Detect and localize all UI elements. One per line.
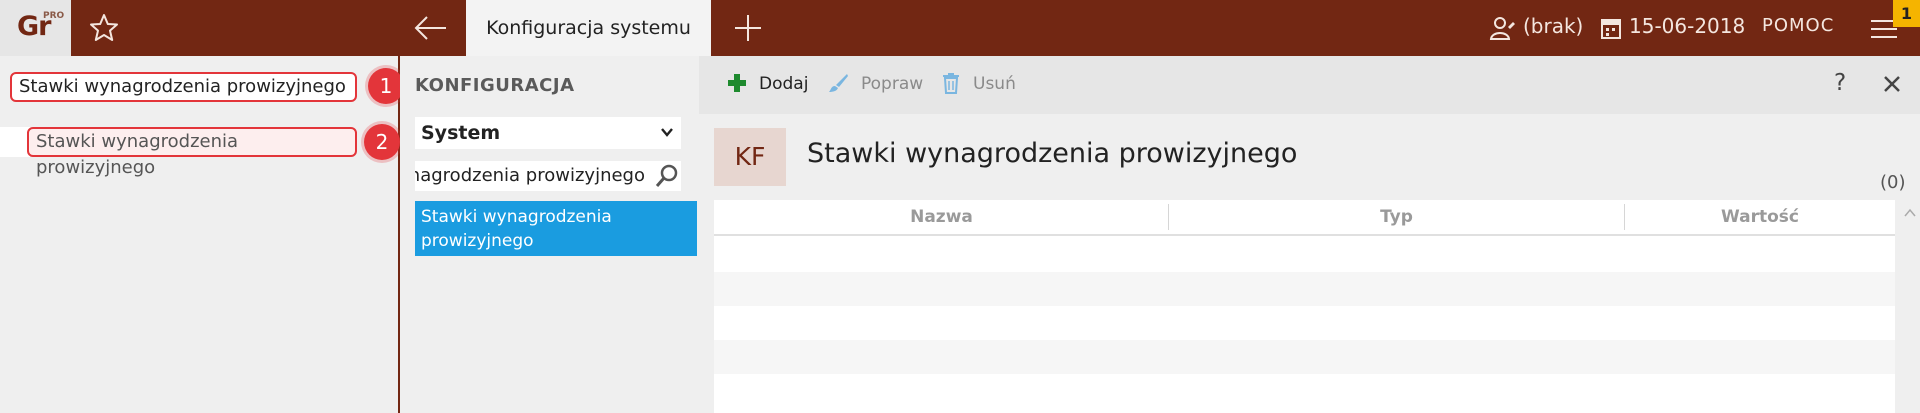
- annotation-step-2: 2: [364, 124, 400, 160]
- edit-brush-icon[interactable]: [827, 72, 849, 94]
- chevron-down-icon[interactable]: [660, 125, 674, 139]
- add-button[interactable]: Dodaj: [759, 74, 808, 94]
- system-select[interactable]: System: [415, 117, 681, 149]
- app-logo[interactable]: Gr PRO: [0, 0, 71, 56]
- add-plus-icon[interactable]: [726, 72, 748, 94]
- close-icon[interactable]: [1883, 75, 1901, 93]
- user-label[interactable]: (brak): [1523, 14, 1583, 38]
- new-tab-plus-icon[interactable]: [733, 13, 763, 43]
- delete-trash-icon[interactable]: [940, 72, 962, 94]
- table-row[interactable]: [714, 272, 1895, 306]
- left-search-panel: [0, 56, 398, 413]
- scroll-up-chevron-icon[interactable]: [1903, 206, 1917, 220]
- search-result-item[interactable]: Stawki wynagrodzenia prowizyjnego: [27, 127, 357, 178]
- edit-button[interactable]: Popraw: [861, 74, 923, 94]
- table-row[interactable]: [714, 340, 1895, 374]
- logo-pro-label: PRO: [43, 11, 65, 21]
- date-label[interactable]: 15-06-2018: [1629, 14, 1745, 38]
- column-header-nazwa[interactable]: Nazwa: [714, 200, 1169, 234]
- result-marker: [0, 127, 30, 157]
- config-panel-title: KONFIGURACJA: [415, 75, 575, 96]
- config-search-input[interactable]: ynagrodzenia prowizyjnego: [415, 161, 681, 191]
- help-button[interactable]: ?: [1834, 70, 1846, 96]
- config-list-item-selected[interactable]: Stawki wynagrodzenia prowizyjnego: [415, 201, 697, 256]
- config-search-value: ynagrodzenia prowizyjnego: [415, 165, 645, 186]
- notification-badge[interactable]: 1: [1893, 0, 1920, 27]
- header-underline: [714, 234, 1895, 236]
- favorites-star-icon[interactable]: [88, 12, 120, 44]
- module-badge: KF: [714, 128, 786, 186]
- calendar-icon[interactable]: [1601, 17, 1621, 39]
- user-icon[interactable]: [1489, 15, 1517, 41]
- global-search-input[interactable]: Stawki wynagrodzenia prowizyjnego: [10, 72, 357, 102]
- record-count: (0): [1880, 172, 1906, 193]
- back-arrow-icon[interactable]: [413, 12, 449, 44]
- page-title: Stawki wynagrodzenia prowizyjnego: [807, 138, 1298, 169]
- delete-button[interactable]: Usuń: [973, 74, 1016, 94]
- annotation-step-1: 1: [368, 68, 404, 104]
- help-link[interactable]: POMOC: [1762, 15, 1834, 36]
- search-icon[interactable]: [655, 164, 679, 188]
- column-header-typ[interactable]: Typ: [1169, 200, 1624, 234]
- tab-konfiguracja-systemu[interactable]: Konfiguracja systemu: [466, 0, 711, 56]
- column-header-wartosc[interactable]: Wartość: [1625, 200, 1895, 234]
